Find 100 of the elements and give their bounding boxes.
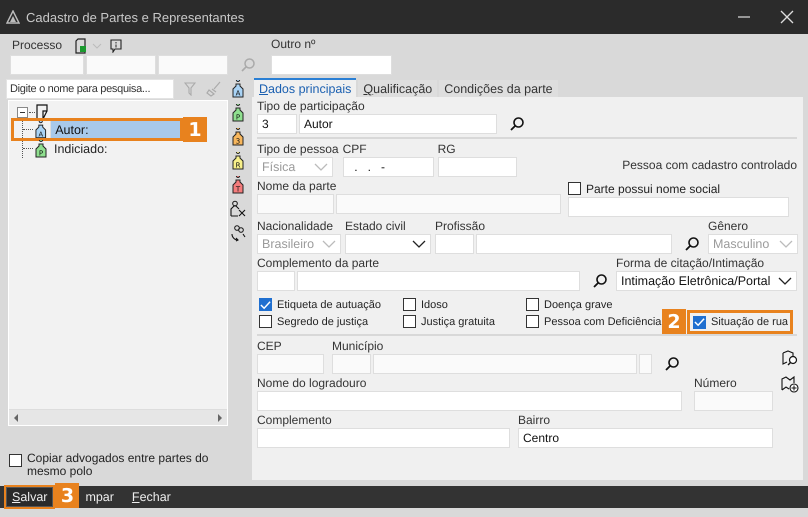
callout-badge: 3 bbox=[55, 483, 80, 508]
search-icon[interactable] bbox=[509, 116, 525, 132]
chevron-icon bbox=[779, 239, 793, 249]
tree-item[interactable]: Autor: bbox=[50, 120, 182, 140]
input-field[interactable] bbox=[257, 354, 324, 374]
app-icon bbox=[6, 10, 20, 24]
tab[interactable]: Qualificação bbox=[358, 80, 438, 97]
field-label: Número bbox=[694, 377, 738, 391]
document-icon[interactable] bbox=[74, 38, 88, 54]
checkbox[interactable] bbox=[693, 316, 706, 328]
checkbox-label: Etiqueta de autuação bbox=[277, 298, 381, 310]
field-label: Complemento da parte bbox=[257, 257, 380, 271]
field-label: Outro nº bbox=[271, 38, 316, 52]
input-field[interactable] bbox=[257, 428, 510, 448]
info-icon[interactable] bbox=[110, 38, 122, 52]
chevron-icon[interactable] bbox=[92, 42, 102, 50]
input-field[interactable] bbox=[476, 234, 672, 254]
input-field[interactable] bbox=[297, 271, 580, 291]
input-field[interactable]: Centro bbox=[518, 428, 773, 448]
input-field[interactable] bbox=[332, 354, 371, 374]
button[interactable]: mpar bbox=[81, 488, 118, 506]
checkbox-label: Idoso bbox=[421, 298, 448, 310]
input-field[interactable] bbox=[568, 197, 789, 217]
scrollbar[interactable] bbox=[9, 409, 227, 425]
tab[interactable]: Condições da parte bbox=[439, 80, 558, 97]
checkmark-icon bbox=[260, 300, 271, 310]
input-field[interactable] bbox=[257, 391, 682, 411]
field-label: CEP bbox=[257, 340, 283, 354]
search-field[interactable]: Digite o nome para pesquisa... bbox=[6, 79, 174, 99]
tab[interactable]: Dados principais bbox=[254, 78, 356, 97]
map-search-icon[interactable] bbox=[781, 349, 799, 367]
chevron-icon bbox=[778, 276, 792, 286]
input-field[interactable] bbox=[438, 157, 517, 177]
field-label: Processo bbox=[12, 38, 62, 52]
input-field[interactable] bbox=[694, 391, 773, 411]
input-field[interactable] bbox=[257, 271, 295, 291]
checkbox[interactable] bbox=[526, 315, 539, 328]
checkbox[interactable] bbox=[9, 454, 22, 467]
input-field[interactable] bbox=[336, 194, 561, 214]
checkbox-label: Justiça gratuita bbox=[421, 316, 495, 328]
dropdown[interactable]: Intimação Eletrônica/Portal bbox=[616, 271, 797, 291]
callout-badge: 2 bbox=[662, 309, 686, 334]
filter-icon[interactable] bbox=[184, 82, 196, 96]
checkbox-label: Copiar advogados entre partes do mesmo polo bbox=[27, 452, 210, 478]
input-field[interactable] bbox=[435, 234, 474, 254]
input-field[interactable] bbox=[86, 55, 156, 75]
field-label: CPF bbox=[342, 143, 368, 157]
input-field[interactable] bbox=[257, 194, 334, 214]
arrow-left-icon[interactable] bbox=[13, 414, 19, 422]
checkbox[interactable] bbox=[259, 315, 272, 328]
checkbox[interactable] bbox=[259, 298, 272, 311]
checkmark-icon bbox=[694, 317, 705, 327]
checkbox-label: Pessoa com Deficiência bbox=[544, 316, 662, 328]
input-field[interactable] bbox=[639, 354, 652, 374]
input-field[interactable]: Autor bbox=[299, 114, 497, 134]
field-label: Tipo de participação bbox=[257, 100, 366, 114]
field-label: Forma de citação/Intimação bbox=[616, 257, 766, 271]
field-label: Tipo de pessoa bbox=[257, 143, 339, 157]
button[interactable]: Fechar bbox=[128, 488, 175, 506]
callout-badge: 1 bbox=[183, 117, 207, 142]
map-add-icon[interactable] bbox=[781, 375, 799, 393]
info-text: Pessoa com cadastro controlado bbox=[622, 158, 797, 172]
input-field[interactable] bbox=[10, 55, 84, 75]
close-icon[interactable] bbox=[780, 10, 794, 24]
button[interactable]: Salvar bbox=[6, 487, 54, 507]
search-icon[interactable] bbox=[684, 236, 700, 252]
chevron-icon bbox=[314, 162, 328, 172]
checkbox[interactable] bbox=[403, 298, 416, 311]
chevron-icon bbox=[322, 239, 336, 249]
checkbox-label: Segredo de justiça bbox=[277, 316, 368, 328]
checkbox[interactable] bbox=[568, 182, 581, 195]
arrow-right-icon[interactable] bbox=[217, 414, 223, 422]
person-remove-icon[interactable] bbox=[229, 200, 247, 218]
checkbox[interactable] bbox=[403, 315, 416, 328]
field-label: Bairro bbox=[518, 414, 552, 428]
search-icon[interactable] bbox=[592, 273, 608, 289]
dropdown[interactable] bbox=[345, 234, 431, 254]
checkbox-label: Parte possui nome social bbox=[586, 182, 720, 196]
collapse-icon[interactable] bbox=[17, 106, 28, 118]
input-field[interactable] bbox=[271, 55, 392, 75]
checkbox[interactable] bbox=[526, 298, 539, 311]
input-field[interactable] bbox=[158, 55, 228, 75]
field-label: RG bbox=[438, 143, 457, 157]
tree-item[interactable]: Indiciado: bbox=[51, 140, 111, 156]
field-label: Nome da parte bbox=[257, 180, 338, 194]
input-field[interactable]: 3 bbox=[257, 114, 297, 134]
chevron-icon bbox=[412, 239, 426, 249]
document-icon bbox=[36, 104, 48, 120]
field-label: Estado civil bbox=[345, 220, 407, 234]
field-label: Gênero bbox=[708, 220, 750, 234]
field-label: Profissão bbox=[435, 220, 486, 234]
window-title: Cadastro de Partes e Representantes bbox=[26, 10, 244, 24]
checkbox-label: Doença grave bbox=[544, 298, 612, 310]
field-label: Município bbox=[332, 340, 384, 354]
field-label: Nome do logradouro bbox=[257, 377, 368, 391]
input-field[interactable]: . . - bbox=[342, 157, 434, 177]
brush-icon[interactable] bbox=[206, 81, 222, 97]
search-icon[interactable] bbox=[664, 356, 680, 372]
people-swap-icon[interactable] bbox=[229, 224, 247, 242]
input-field[interactable] bbox=[373, 354, 637, 374]
